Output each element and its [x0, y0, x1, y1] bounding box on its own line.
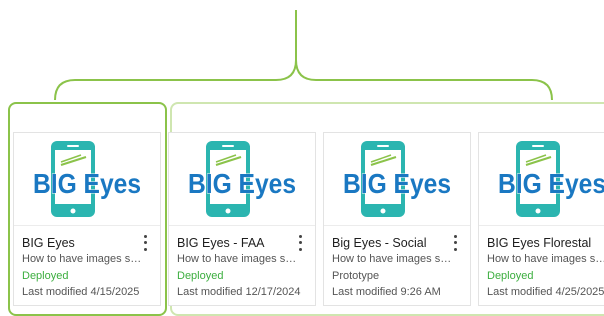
card-title[interactable]: BIG Eyes - FAA — [177, 236, 292, 250]
card-divider — [169, 225, 315, 226]
phone-logo-icon: BIG Eyes — [498, 141, 604, 217]
svg-text:BIG Eyes: BIG Eyes — [343, 168, 451, 199]
card-title[interactable]: BIG Eyes — [22, 236, 137, 250]
svg-text:BIG Eyes: BIG Eyes — [188, 168, 296, 199]
phone-logo-icon: BIG Eyes — [188, 141, 297, 217]
more-vert-icon[interactable] — [138, 233, 152, 253]
phone-logo-icon: BIG Eyes — [343, 141, 452, 217]
card-description: How to have images sh… — [177, 253, 297, 265]
status-label: Deployed — [177, 270, 224, 282]
app-card[interactable]: BIG Eyes BIG Eyes Florestal How to have … — [478, 132, 604, 306]
last-modified: Last modified 4/15/2025 — [22, 286, 140, 298]
card-description: How to have images sh… — [487, 253, 604, 265]
app-card[interactable]: BIG Eyes BIG Eyes - FAA How to have imag… — [168, 132, 316, 306]
app-thumbnail: BIG Eyes — [14, 133, 160, 225]
app-thumbnail: BIG Eyes — [479, 133, 604, 225]
grouping-bracket — [54, 10, 553, 101]
status-label: Deployed — [487, 270, 534, 282]
card-divider — [14, 225, 160, 226]
card-description: How to have images sh… — [332, 253, 452, 265]
card-title[interactable]: BIG Eyes Florestal — [487, 236, 602, 250]
app-thumbnail: BIG Eyes — [324, 133, 470, 225]
status-label: Deployed — [22, 270, 69, 282]
last-modified: Last modified 12/17/2024 — [177, 286, 301, 298]
last-modified: Last modified 9:26 AM — [332, 286, 441, 298]
card-description: How to have images sh… — [22, 253, 142, 265]
card-divider — [324, 225, 470, 226]
more-vert-icon[interactable] — [293, 233, 307, 253]
app-card[interactable]: BIG Eyes Big Eyes - Social How to have i… — [323, 132, 471, 306]
status-label: Prototype — [332, 270, 380, 282]
card-divider — [479, 225, 604, 226]
app-thumbnail: BIG Eyes — [169, 133, 315, 225]
svg-text:BIG Eyes: BIG Eyes — [33, 168, 141, 199]
svg-text:BIG Eyes: BIG Eyes — [498, 168, 604, 199]
last-modified: Last modified 4/25/2025 — [487, 286, 604, 298]
phone-logo-icon: BIG Eyes — [33, 141, 142, 217]
more-vert-icon[interactable] — [448, 233, 462, 253]
app-card[interactable]: BIG Eyes BIG Eyes How to have images sh…… — [13, 132, 161, 306]
card-title[interactable]: Big Eyes - Social — [332, 236, 447, 250]
